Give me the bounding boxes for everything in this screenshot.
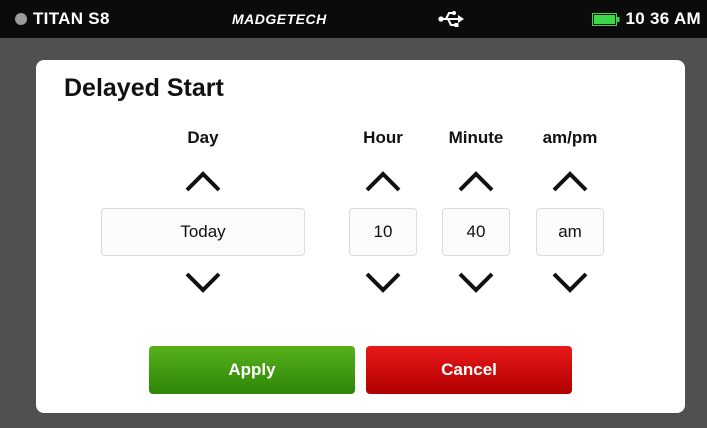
day-down-button[interactable] xyxy=(179,266,227,300)
chevron-down-icon xyxy=(365,272,401,293)
minute-label: Minute xyxy=(448,128,504,147)
day-label: Day xyxy=(187,128,219,147)
apply-button[interactable]: Apply xyxy=(149,346,355,394)
chevron-down-icon xyxy=(552,272,588,293)
chevron-up-icon xyxy=(365,171,401,192)
status-dot-icon xyxy=(15,13,27,25)
delayed-start-dialog: Delayed Start Day Hour Minute am/pm Toda… xyxy=(36,60,685,413)
chevron-up-icon xyxy=(185,171,221,192)
battery-icon xyxy=(591,12,620,26)
day-value[interactable]: Today xyxy=(101,208,305,256)
ampm-up-button[interactable] xyxy=(546,164,594,198)
brand-logo: MADGETECH xyxy=(232,11,327,27)
clock: 10 36 AM xyxy=(625,9,701,28)
usb-icon xyxy=(438,11,464,27)
dialog-title: Delayed Start xyxy=(64,74,224,102)
hour-up-button[interactable] xyxy=(359,164,407,198)
status-bar: TITAN S8 MADGETECH 10 36 AM xyxy=(0,0,707,38)
device-name: TITAN S8 xyxy=(33,9,110,28)
minute-value[interactable]: 40 xyxy=(442,208,510,256)
cancel-button[interactable]: Cancel xyxy=(366,346,572,394)
hour-value[interactable]: 10 xyxy=(349,208,417,256)
hour-down-button[interactable] xyxy=(359,266,407,300)
day-up-button[interactable] xyxy=(179,164,227,198)
chevron-up-icon xyxy=(458,171,494,192)
ampm-value[interactable]: am xyxy=(536,208,604,256)
hour-label: Hour xyxy=(363,128,403,147)
minute-down-button[interactable] xyxy=(452,266,500,300)
ampm-label: am/pm xyxy=(542,128,598,147)
minute-up-button[interactable] xyxy=(452,164,500,198)
ampm-down-button[interactable] xyxy=(546,266,594,300)
device-indicator: TITAN S8 xyxy=(15,0,110,38)
status-right: 10 36 AM xyxy=(591,0,701,38)
chevron-up-icon xyxy=(552,171,588,192)
chevron-down-icon xyxy=(185,272,221,293)
chevron-down-icon xyxy=(458,272,494,293)
